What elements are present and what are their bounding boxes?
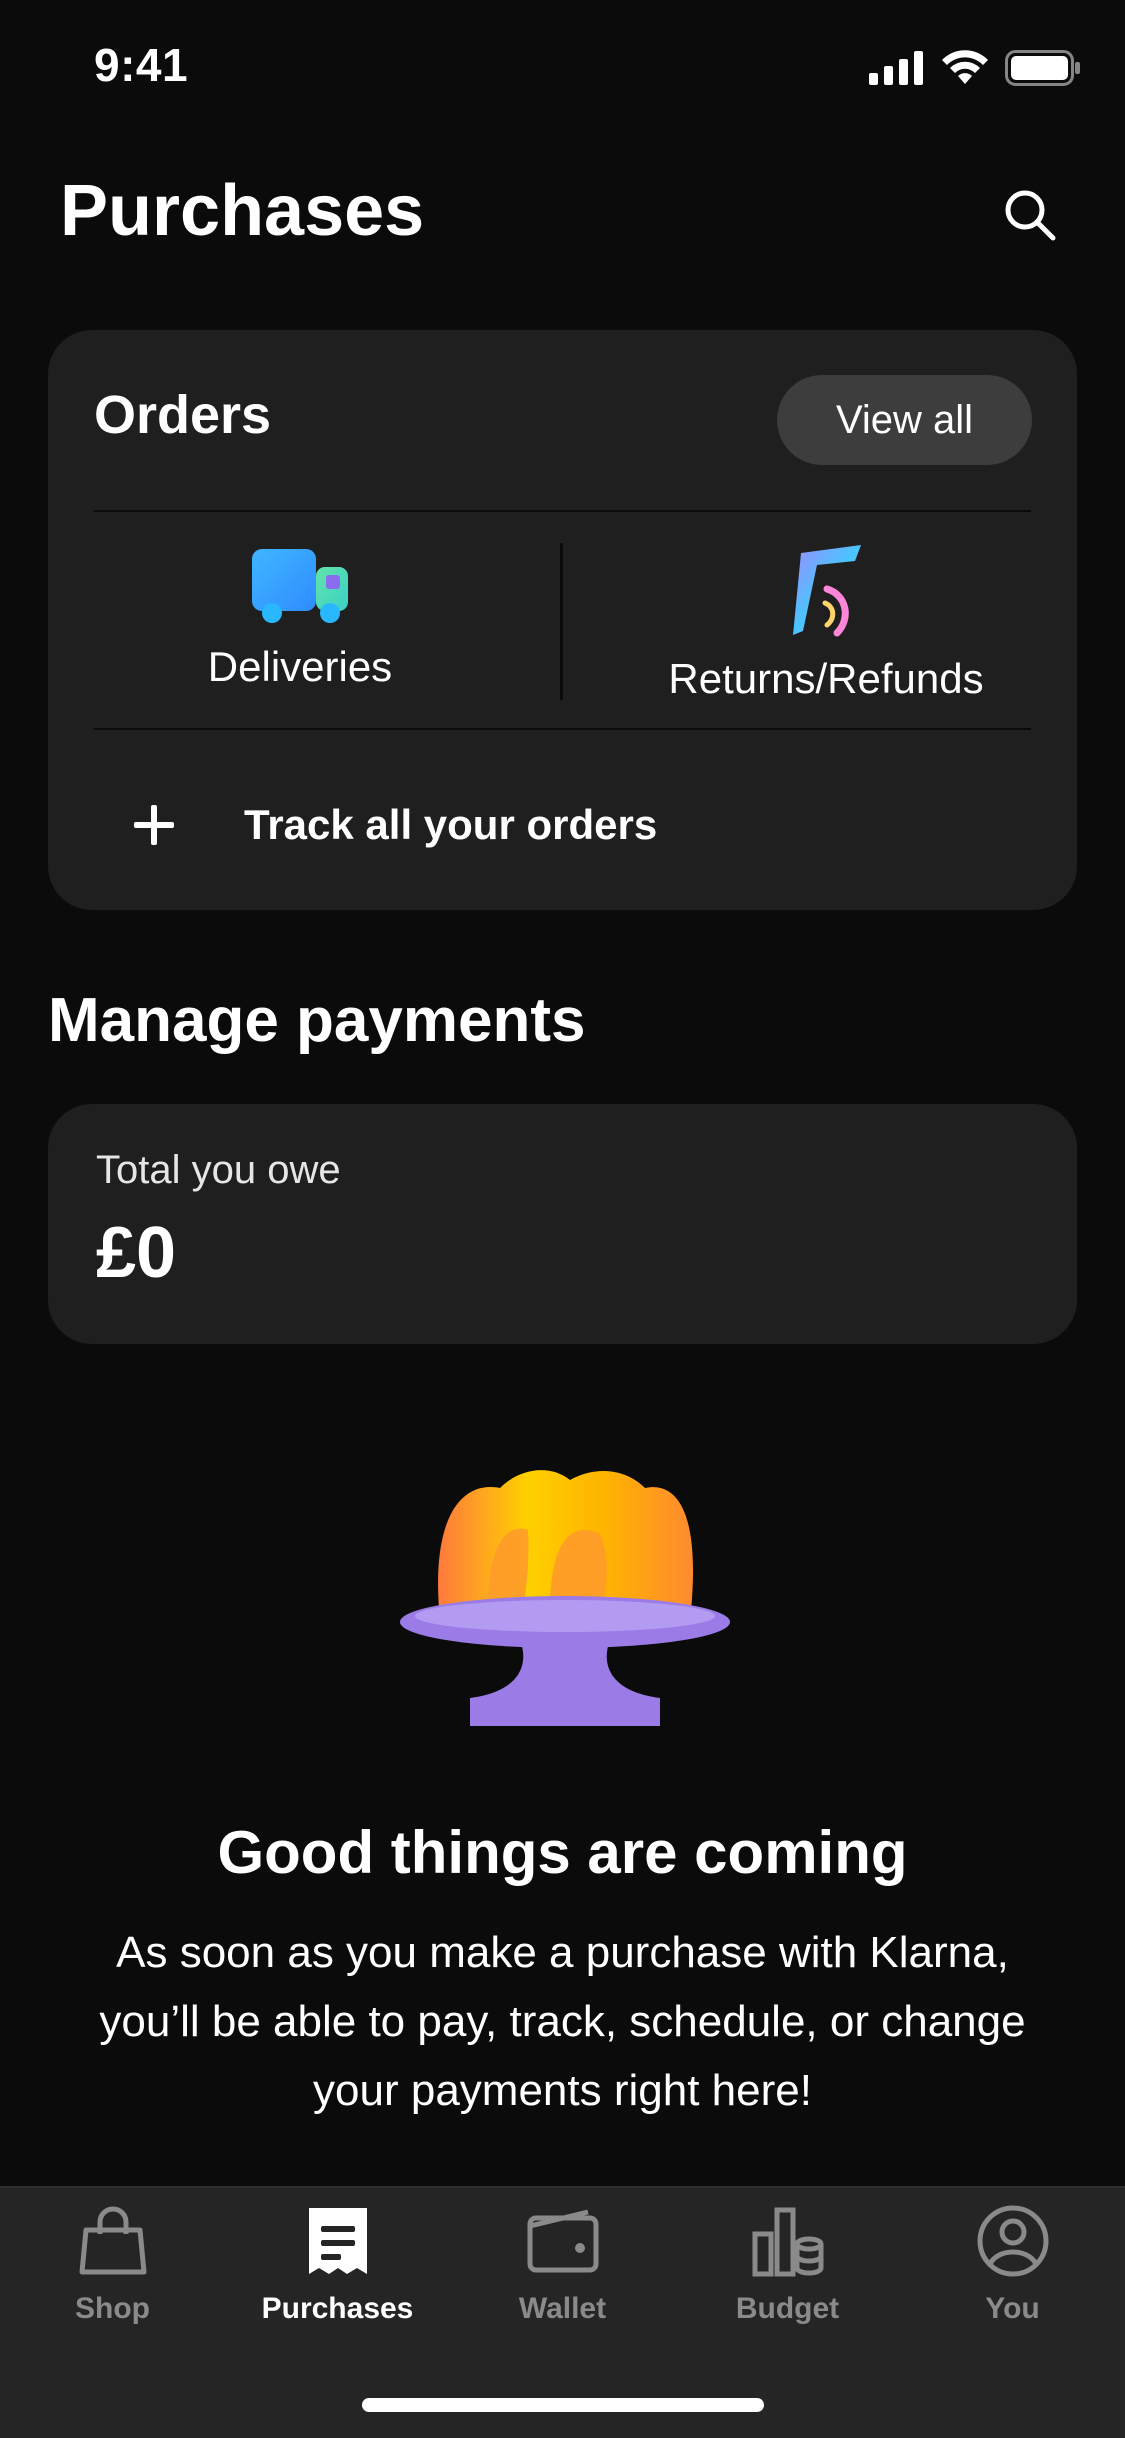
signal-icon [869, 51, 923, 85]
track-orders-label: Track all your orders [244, 801, 658, 848]
orders-divider-top [94, 510, 1031, 512]
tab-purchases[interactable]: Purchases [225, 2204, 450, 2326]
receipt-icon [308, 2208, 367, 2274]
tab-wallet-label: Wallet [518, 2292, 607, 2325]
home-indicator [362, 2398, 764, 2412]
empty-state-title: Good things are coming [217, 1819, 908, 1886]
deliveries-label: Deliveries [207, 643, 393, 690]
orders-title: Orders [94, 385, 272, 445]
empty-state-body: As soon as you make a purchase with Klar… [99, 1928, 1026, 2115]
status-icons [869, 50, 1081, 86]
profile-icon [977, 2205, 1048, 2277]
shopping-bag-icon [79, 2206, 146, 2275]
delivery-truck-icon [252, 549, 348, 623]
total-owe-label: Total you owe [96, 1148, 341, 1192]
returns-refunds-label: Returns/Refunds [668, 655, 984, 702]
returns-refunds-tile[interactable]: Returns/Refunds [640, 545, 1012, 703]
wifi-icon [942, 50, 988, 84]
orders-divider-bottom [94, 728, 1031, 730]
battery-icon [1005, 50, 1080, 86]
orders-divider-middle [560, 543, 563, 700]
tab-purchases-label: Purchases [261, 2292, 414, 2325]
manage-payments-title: Manage payments [48, 986, 586, 1055]
plus-icon [94, 803, 214, 847]
view-all-button[interactable]: View all [777, 375, 1032, 465]
tab-shop[interactable]: Shop [0, 2204, 225, 2326]
wallet-icon [527, 2209, 598, 2273]
tab-budget-label: Budget [735, 2292, 840, 2325]
total-owe-amount: £0 [96, 1213, 177, 1293]
total-owe-card[interactable] [48, 1104, 1077, 1344]
tab-you[interactable]: You [900, 2204, 1125, 2326]
status-time: 9:41 [94, 39, 189, 91]
tab-wallet[interactable]: Wallet [450, 2204, 675, 2326]
page-title: Purchases [60, 171, 425, 251]
search-button[interactable] [995, 180, 1065, 250]
tab-shop-label: Shop [75, 2292, 150, 2325]
budget-chart-icon [752, 2207, 823, 2277]
tab-you-label: You [985, 2292, 1040, 2325]
track-orders-row[interactable]: Track all your orders [94, 780, 994, 870]
tab-budget[interactable]: Budget [675, 2204, 900, 2326]
deliveries-tile[interactable]: Deliveries [150, 545, 450, 691]
boomerang-icon [793, 545, 861, 637]
jelly-cake-illustration [400, 1470, 730, 1726]
search-icon [1005, 190, 1056, 241]
